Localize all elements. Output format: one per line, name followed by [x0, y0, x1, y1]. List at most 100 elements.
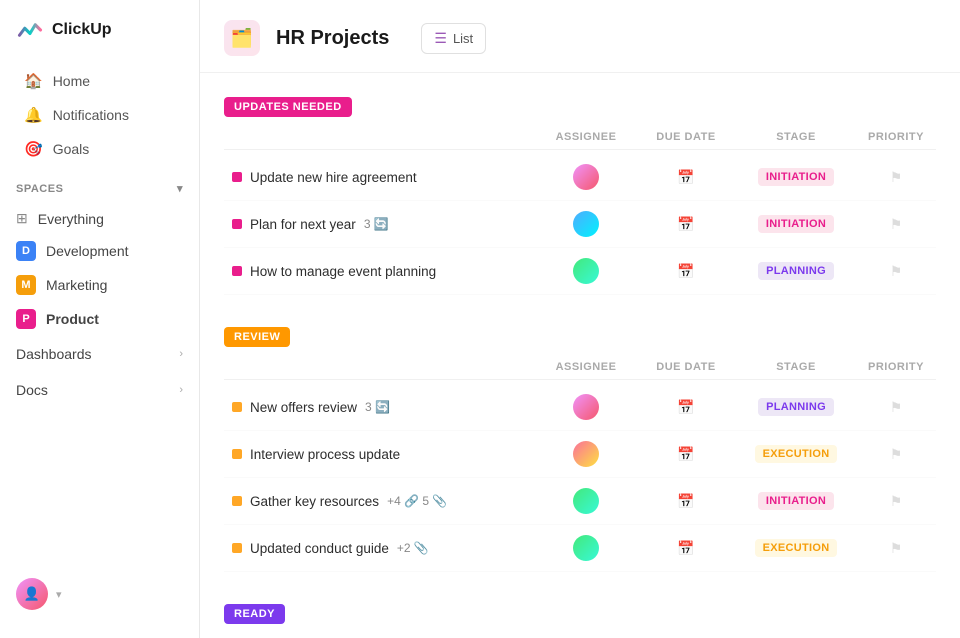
calendar-icon: 📅	[677, 493, 694, 510]
page-title: HR Projects	[276, 27, 389, 50]
due-date-cell[interactable]: 📅	[636, 263, 736, 280]
table-row[interactable]: Updated conduct guide +2 📎 📅 EXECUTION ⚑	[224, 525, 936, 572]
priority-cell[interactable]: ⚑	[856, 216, 936, 233]
product-space-dot: P	[16, 309, 36, 329]
stage-cell[interactable]: PLANNING	[736, 398, 856, 416]
priority-flag-icon: ⚑	[890, 446, 903, 463]
stage-badge: PLANNING	[758, 398, 834, 416]
sidebar-item-product[interactable]: P Product	[0, 302, 199, 336]
sidebar-item-everything[interactable]: ⊞ Everything	[0, 203, 199, 234]
stage-cell[interactable]: INITIATION	[736, 168, 856, 186]
task-name-cell: Interview process update	[224, 447, 536, 462]
task-name-cell: Updated conduct guide +2 📎	[224, 541, 536, 556]
sidebar-item-goals[interactable]: 🎯 Goals	[8, 132, 191, 166]
page-icon: 🗂️	[224, 20, 260, 56]
chevron-right-icon: ›	[179, 348, 183, 360]
priority-flag-icon: ⚑	[890, 493, 903, 510]
calendar-icon: 📅	[677, 399, 694, 416]
task-label: How to manage event planning	[250, 264, 436, 279]
group-ready-header: READY	[224, 596, 936, 632]
grid-icon: ⊞	[16, 210, 28, 227]
task-status-dot	[232, 543, 242, 553]
avatar	[573, 535, 599, 561]
col-stage-label: STAGE	[736, 361, 856, 373]
due-date-cell[interactable]: 📅	[636, 446, 736, 463]
review-badge[interactable]: REVIEW	[224, 327, 290, 347]
home-icon: 🏠	[24, 72, 43, 90]
assignee-cell	[536, 211, 636, 237]
stage-cell[interactable]: EXECUTION	[736, 539, 856, 557]
logo[interactable]: ClickUp	[0, 16, 199, 64]
stage-cell[interactable]: EXECUTION	[736, 445, 856, 463]
assignee-cell	[536, 164, 636, 190]
stage-cell[interactable]: INITIATION	[736, 492, 856, 510]
clickup-logo-icon	[16, 16, 44, 44]
sidebar-item-marketing[interactable]: M Marketing	[0, 268, 199, 302]
stage-badge: EXECUTION	[755, 445, 838, 463]
task-count: +2 📎	[397, 541, 429, 555]
task-label: New offers review	[250, 400, 357, 415]
table-row[interactable]: Interview process update 📅 EXECUTION ⚑	[224, 431, 936, 478]
calendar-icon: 📅	[677, 446, 694, 463]
stage-cell[interactable]: PLANNING	[736, 262, 856, 280]
sidebar-item-development[interactable]: D Development	[0, 234, 199, 268]
main-content: 🗂️ HR Projects ☰ List UPDATES NEEDED ASS…	[200, 0, 960, 638]
priority-cell[interactable]: ⚑	[856, 446, 936, 463]
group-review: REVIEW ASSIGNEE DUE DATE STAGE PRIORITY …	[224, 319, 936, 572]
table-row[interactable]: Update new hire agreement 📅 INITIATION ⚑	[224, 154, 936, 201]
col-assignee-label: ASSIGNEE	[536, 361, 636, 373]
task-count: 3 🔄	[365, 400, 390, 414]
calendar-icon: 📅	[677, 540, 694, 557]
priority-cell[interactable]: ⚑	[856, 493, 936, 510]
calendar-icon: 📅	[677, 263, 694, 280]
priority-cell[interactable]: ⚑	[856, 540, 936, 557]
list-view-tab[interactable]: ☰ List	[421, 23, 486, 54]
user-avatar: 👤	[16, 578, 48, 610]
priority-cell[interactable]: ⚑	[856, 169, 936, 186]
avatar	[573, 488, 599, 514]
stage-cell[interactable]: INITIATION	[736, 215, 856, 233]
table-row[interactable]: Gather key resources +4 🔗 5 📎 📅 INITIATI…	[224, 478, 936, 525]
assignee-cell	[536, 535, 636, 561]
stage-badge: INITIATION	[758, 215, 834, 233]
user-avatar-section[interactable]: 👤 ▾	[0, 566, 199, 622]
table-row[interactable]: Plan for next year 3 🔄 📅 INITIATION ⚑	[224, 201, 936, 248]
avatar	[573, 441, 599, 467]
col-headers-updates: ASSIGNEE DUE DATE STAGE PRIORITY	[224, 125, 936, 150]
ready-badge[interactable]: READY	[224, 604, 285, 624]
col-headers-ready: ASSIGNEE DUE DATE STAGE PRIORITY	[224, 632, 936, 638]
col-priority-label: PRIORITY	[856, 131, 936, 143]
group-updates-header: UPDATES NEEDED	[224, 89, 936, 125]
due-date-cell[interactable]: 📅	[636, 399, 736, 416]
priority-cell[interactable]: ⚑	[856, 263, 936, 280]
sidebar-item-dashboards[interactable]: Dashboards ›	[0, 336, 199, 372]
view-tab-label: List	[453, 31, 473, 46]
task-label: Plan for next year	[250, 217, 356, 232]
priority-cell[interactable]: ⚑	[856, 399, 936, 416]
col-duedate-label: DUE DATE	[636, 131, 736, 143]
due-date-cell[interactable]: 📅	[636, 493, 736, 510]
logo-text: ClickUp	[52, 21, 112, 39]
priority-flag-icon: ⚑	[890, 216, 903, 233]
priority-flag-icon: ⚑	[890, 540, 903, 557]
task-status-dot	[232, 219, 242, 229]
stage-badge: INITIATION	[758, 492, 834, 510]
assignee-cell	[536, 258, 636, 284]
avatar	[573, 211, 599, 237]
marketing-space-dot: M	[16, 275, 36, 295]
due-date-cell[interactable]: 📅	[636, 216, 736, 233]
priority-flag-icon: ⚑	[890, 263, 903, 280]
assignee-cell	[536, 488, 636, 514]
sidebar-item-home[interactable]: 🏠 Home	[8, 64, 191, 98]
sidebar-item-docs[interactable]: Docs ›	[0, 372, 199, 408]
due-date-cell[interactable]: 📅	[636, 540, 736, 557]
task-name-cell: How to manage event planning	[224, 264, 536, 279]
updates-needed-badge[interactable]: UPDATES NEEDED	[224, 97, 352, 117]
assignee-cell	[536, 441, 636, 467]
due-date-cell[interactable]: 📅	[636, 169, 736, 186]
priority-flag-icon: ⚑	[890, 169, 903, 186]
table-row[interactable]: How to manage event planning 📅 PLANNING …	[224, 248, 936, 295]
task-status-dot	[232, 402, 242, 412]
table-row[interactable]: New offers review 3 🔄 📅 PLANNING ⚑	[224, 384, 936, 431]
sidebar-item-notifications[interactable]: 🔔 Notifications	[8, 98, 191, 132]
